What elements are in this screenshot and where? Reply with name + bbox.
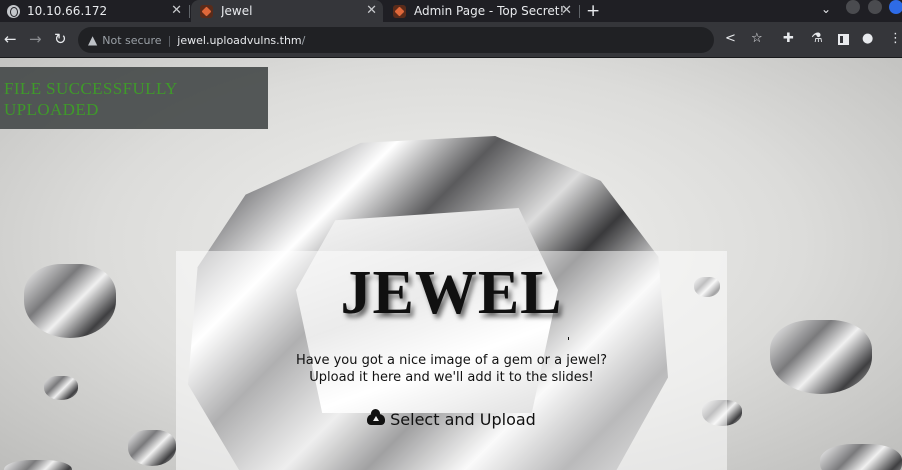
upload-status-box: File successfully uploaded	[0, 67, 268, 129]
site-favicon-icon	[200, 4, 213, 18]
maximize-window-icon[interactable]	[868, 0, 882, 14]
site-logo-text: JEWEL	[340, 259, 563, 327]
tab-jewel[interactable]: Jewel ✕	[191, 0, 383, 22]
site-favicon-icon	[393, 4, 406, 18]
tab-divider	[189, 5, 190, 18]
close-tab-icon[interactable]: ✕	[171, 3, 182, 19]
url-divider: |	[167, 33, 172, 47]
profile-icon[interactable]: ●	[862, 31, 873, 47]
url-host[interactable]: jewel.uploadvulns.thm	[177, 34, 301, 47]
tab-admin[interactable]: Admin Page - Top Secret! ✕	[385, 0, 578, 22]
tab-title: Jewel	[221, 4, 253, 18]
tab-title: Admin Page - Top Secret!	[414, 4, 565, 18]
cloud-upload-icon	[367, 409, 386, 425]
select-and-upload-button[interactable]: Select and Upload	[367, 409, 536, 429]
share-icon[interactable]: <	[725, 31, 736, 47]
background-gem-image	[44, 376, 78, 400]
upload-card: JEWEL Have you got a nice image of a gem…	[176, 251, 727, 470]
browser-toolbar: ← → ↻ ▲ Not secure | jewel.uploadvulns.t…	[0, 22, 902, 58]
page-viewport: File successfully uploaded JEWEL Have yo…	[0, 58, 902, 470]
security-label[interactable]: Not secure	[102, 34, 161, 47]
back-arrow-icon[interactable]: ←	[4, 30, 17, 48]
upload-button-label: Select and Upload	[390, 410, 536, 429]
upload-status-message: File successfully uploaded	[4, 79, 178, 119]
background-gem-image	[820, 444, 902, 470]
close-window-icon[interactable]	[889, 0, 902, 14]
tab-ip[interactable]: 10.10.66.172 ✕	[0, 0, 188, 22]
globe-icon	[7, 4, 20, 18]
minimize-window-icon[interactable]	[846, 0, 860, 14]
extensions-puzzle-icon[interactable]: ✚	[783, 31, 794, 47]
kebab-menu-icon[interactable]: ⋮	[889, 31, 902, 47]
tagline: Have you got a nice image of a gem or a …	[176, 352, 727, 386]
close-tab-icon[interactable]: ✕	[561, 3, 572, 19]
forward-arrow-icon[interactable]: →	[29, 30, 42, 48]
url-path[interactable]: /	[302, 34, 306, 47]
warning-triangle-icon[interactable]: ▲	[88, 33, 97, 47]
background-gem-image	[4, 460, 72, 470]
side-panel-icon[interactable]	[838, 34, 849, 45]
background-gem-image	[770, 320, 872, 394]
tab-strip: 10.10.66.172 ✕ Jewel ✕ Admin Page - Top …	[0, 0, 902, 22]
reload-icon[interactable]: ↻	[54, 30, 67, 48]
close-tab-icon[interactable]: ✕	[366, 3, 377, 19]
tab-title: 10.10.66.172	[27, 4, 108, 18]
tagline-line-2: Upload it here and we'll add it to the s…	[309, 370, 594, 385]
lab-flask-icon[interactable]: ⚗	[811, 31, 823, 47]
new-tab-button[interactable]: +	[586, 1, 600, 21]
background-gem-image	[128, 430, 176, 466]
tagline-line-1: Have you got a nice image of a gem or a …	[296, 353, 607, 368]
bookmark-star-icon[interactable]: ☆	[751, 31, 763, 47]
tab-search-chevron-icon[interactable]: ⌄	[821, 2, 831, 16]
background-gem-image	[24, 264, 116, 338]
tab-divider	[579, 5, 580, 18]
site-logo: JEWEL	[340, 258, 569, 340]
address-bar[interactable]: ▲ Not secure | jewel.uploadvulns.thm /	[78, 27, 714, 53]
